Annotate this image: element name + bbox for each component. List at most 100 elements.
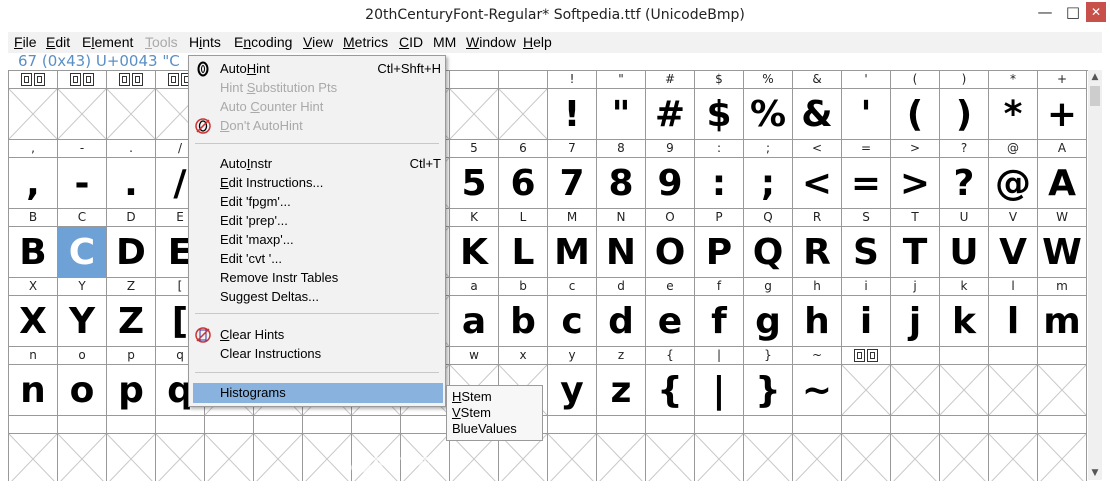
close-button[interactable]: ✕	[1086, 2, 1106, 22]
glyph-cell[interactable]	[156, 434, 205, 481]
glyph-cell[interactable]: Q	[744, 227, 793, 278]
glyph-cell[interactable]	[597, 434, 646, 481]
glyph-cell[interactable]	[548, 434, 597, 481]
glyph-cell[interactable]	[891, 434, 940, 481]
glyph-cell[interactable]	[1038, 365, 1087, 416]
glyph-cell[interactable]: W	[1038, 227, 1087, 278]
glyph-cell[interactable]: g	[744, 296, 793, 347]
glyph-cell[interactable]	[9, 89, 58, 140]
glyph-cell[interactable]: A	[1038, 158, 1087, 209]
glyph-cell[interactable]: }	[744, 365, 793, 416]
scroll-down-icon[interactable]: ▼	[1088, 466, 1102, 480]
glyph-cell[interactable]	[940, 434, 989, 481]
glyph-cell[interactable]: ?	[940, 158, 989, 209]
glyph-cell[interactable]	[940, 365, 989, 416]
minimize-button[interactable]: —	[1030, 0, 1060, 24]
glyph-cell[interactable]: !	[548, 89, 597, 140]
menu-item-remove-instr-tables[interactable]: Remove Instr Tables	[220, 269, 338, 287]
glyph-cell[interactable]: ;	[744, 158, 793, 209]
glyph-cell[interactable]: p	[107, 365, 156, 416]
glyph-cell[interactable]: "	[597, 89, 646, 140]
glyph-cell[interactable]: L	[499, 227, 548, 278]
menu-view[interactable]: View	[303, 34, 333, 50]
scrollbar-thumb[interactable]	[1090, 86, 1100, 106]
glyph-cell[interactable]: Y	[58, 296, 107, 347]
glyph-cell[interactable]	[1038, 434, 1087, 481]
menu-help[interactable]: Help	[523, 34, 552, 50]
glyph-cell[interactable]	[9, 434, 58, 481]
glyph-cell[interactable]	[793, 434, 842, 481]
glyph-cell[interactable]: j	[891, 296, 940, 347]
menu-encoding[interactable]: Encoding	[234, 34, 292, 50]
glyph-cell[interactable]: +	[1038, 89, 1087, 140]
menu-item-suggest-deltas[interactable]: Suggest Deltas...	[220, 288, 319, 306]
glyph-cell[interactable]	[450, 89, 499, 140]
glyph-cell[interactable]	[499, 434, 548, 481]
scroll-up-icon[interactable]: ▲	[1088, 70, 1102, 84]
glyph-cell[interactable]	[499, 89, 548, 140]
glyph-cell[interactable]: R	[793, 227, 842, 278]
glyph-cell[interactable]: %	[744, 89, 793, 140]
vertical-scrollbar[interactable]: ▲ ▼	[1088, 70, 1102, 480]
menu-cid[interactable]: CID	[399, 34, 423, 50]
glyph-cell[interactable]: .	[107, 158, 156, 209]
glyph-cell[interactable]: B	[9, 227, 58, 278]
glyph-cell[interactable]: b	[499, 296, 548, 347]
menu-item-edit-prep[interactable]: Edit 'prep'...	[220, 212, 288, 230]
glyph-cell[interactable]: $	[695, 89, 744, 140]
glyph-cell[interactable]: 6	[499, 158, 548, 209]
glyph-cell[interactable]	[205, 434, 254, 481]
glyph-cell[interactable]: 7	[548, 158, 597, 209]
menu-item-edit-cvt[interactable]: Edit 'cvt '...	[220, 250, 282, 268]
glyph-cell[interactable]: T	[891, 227, 940, 278]
glyph-cell[interactable]: X	[9, 296, 58, 347]
glyph-cell[interactable]	[842, 365, 891, 416]
submenu-item-bluevalues[interactable]: BlueValues	[452, 421, 517, 437]
glyph-cell[interactable]	[695, 434, 744, 481]
glyph-cell[interactable]: @	[989, 158, 1038, 209]
menu-item-autoinstr[interactable]: AutoInstr	[220, 155, 272, 173]
menu-item-clear-hints[interactable]: Clear Hints	[220, 326, 284, 344]
glyph-cell[interactable]: =	[842, 158, 891, 209]
glyph-cell[interactable]: )	[940, 89, 989, 140]
glyph-cell[interactable]: -	[58, 158, 107, 209]
glyph-cell[interactable]: o	[58, 365, 107, 416]
glyph-cell[interactable]: a	[450, 296, 499, 347]
glyph-cell[interactable]: n	[9, 365, 58, 416]
glyph-cell[interactable]	[107, 89, 156, 140]
submenu-item-vstem[interactable]: VStem	[452, 405, 491, 421]
glyph-cell[interactable]	[891, 365, 940, 416]
glyph-cell[interactable]: O	[646, 227, 695, 278]
menu-edit[interactable]: Edit	[46, 34, 70, 50]
menu-item-edit-maxp[interactable]: Edit 'maxp'...	[220, 231, 294, 249]
glyph-cell[interactable]	[989, 365, 1038, 416]
glyph-cell[interactable]: d	[597, 296, 646, 347]
glyph-cell[interactable]: &	[793, 89, 842, 140]
menu-metrics[interactable]: Metrics	[343, 34, 388, 50]
glyph-cell[interactable]: S	[842, 227, 891, 278]
glyph-cell[interactable]: #	[646, 89, 695, 140]
submenu-item-hstem[interactable]: HStem	[452, 389, 492, 405]
glyph-cell[interactable]	[107, 434, 156, 481]
glyph-cell[interactable]	[842, 434, 891, 481]
glyph-cell[interactable]: i	[842, 296, 891, 347]
glyph-cell[interactable]: *	[989, 89, 1038, 140]
glyph-cell-selected[interactable]: C	[58, 227, 107, 278]
glyph-cell[interactable]: Z	[107, 296, 156, 347]
glyph-cell[interactable]: k	[940, 296, 989, 347]
glyph-cell[interactable]: 5	[450, 158, 499, 209]
glyph-cell[interactable]: N	[597, 227, 646, 278]
glyph-cell[interactable]: c	[548, 296, 597, 347]
glyph-cell[interactable]: '	[842, 89, 891, 140]
menu-item-edit-fpgm[interactable]: Edit 'fpgm'...	[220, 193, 291, 211]
menu-window[interactable]: Window	[466, 34, 516, 50]
glyph-cell[interactable]: (	[891, 89, 940, 140]
glyph-cell[interactable]: |	[695, 365, 744, 416]
glyph-cell[interactable]	[744, 434, 793, 481]
glyph-cell[interactable]: <	[793, 158, 842, 209]
glyph-cell[interactable]	[254, 434, 303, 481]
glyph-cell[interactable]: U	[940, 227, 989, 278]
glyph-cell[interactable]: e	[646, 296, 695, 347]
glyph-cell[interactable]: ~	[793, 365, 842, 416]
menu-item-edit-instructions[interactable]: Edit Instructions...	[220, 174, 323, 192]
